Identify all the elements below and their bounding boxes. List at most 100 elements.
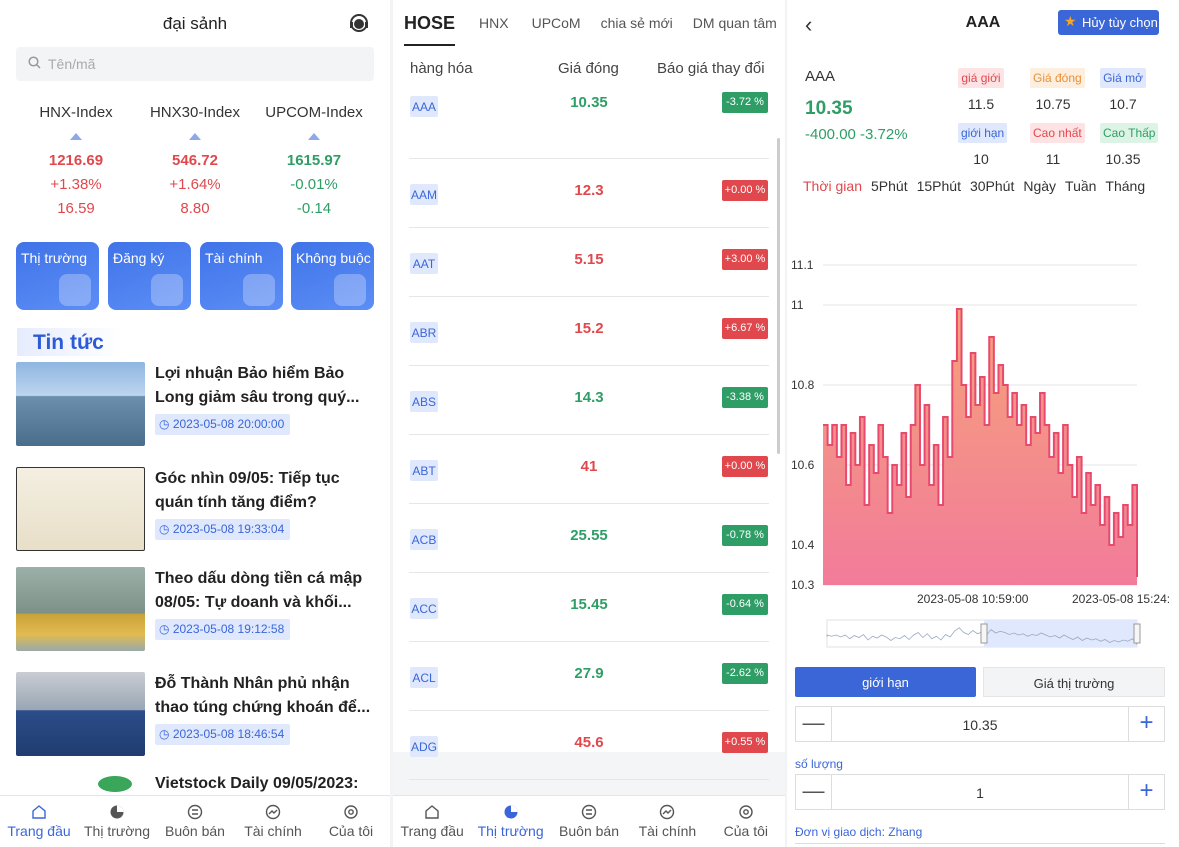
minus-icon[interactable]: — (796, 775, 832, 809)
stock-row[interactable]: AAT 5.15 +3.00 % (409, 228, 769, 297)
trade-unit-label: Đơn vị giao dịch: Zhang (795, 825, 923, 839)
tab-label: Tài chính (244, 823, 302, 839)
remove-favorite-button[interactable]: ★ Hủy tùy chọn (1058, 10, 1159, 35)
headset-icon[interactable] (348, 12, 370, 34)
order-type-market[interactable]: Giá thị trường (983, 667, 1165, 697)
period-day[interactable]: Ngày (1023, 178, 1056, 194)
plus-icon[interactable]: + (1128, 775, 1164, 809)
tile-label: Không buộc (296, 250, 371, 266)
tab-hnx[interactable]: HNX (479, 15, 509, 31)
stat-value: 11.5 (967, 96, 995, 112)
tab-hose[interactable]: HOSE (404, 13, 456, 46)
news-thumbnail (16, 362, 145, 446)
tab-market[interactable]: Thị trường (78, 796, 156, 847)
navigator-handle-right[interactable] (1133, 623, 1141, 644)
back-arrow-icon[interactable]: ‹ (805, 12, 812, 38)
stock-row[interactable]: ADG 45.6 +0.55 % (409, 711, 769, 780)
stock-symbol: AAA (410, 96, 438, 117)
order-type-limit[interactable]: giới hạn (795, 667, 976, 697)
period-15m[interactable]: 15Phút (917, 178, 961, 194)
tab-finance[interactable]: Tài chính (628, 796, 706, 847)
detail-panel: AAA ‹ ★ Hủy tùy chọn AAA 10.35 -400.00 -3… (787, 0, 1179, 847)
y-tick-label: 10.6 (791, 458, 815, 472)
period-week[interactable]: Tuần (1065, 178, 1096, 194)
tab-mine[interactable]: Của tôi (312, 796, 390, 847)
quantity-input-value[interactable]: 1 (832, 785, 1128, 801)
tab-label: Của tôi (723, 823, 768, 839)
tab-label: Trang đầu (7, 823, 71, 839)
exchange-icon (187, 804, 203, 820)
stock-row[interactable]: ABT 41 +0.00 % (409, 435, 769, 504)
index-card-hnx30[interactable]: HNX30-Index 546.72 +1.64% 8.80 (135, 104, 255, 217)
news-item[interactable]: Góc nhìn 09/05: Tiếp tục quán tính tăng … (16, 467, 376, 557)
stock-price: 14.3 (574, 389, 604, 406)
detail-header: AAA ‹ ★ Hủy tùy chọn (787, 0, 1179, 46)
period-30m[interactable]: 30Phút (970, 178, 1014, 194)
price-chart[interactable]: 11.1 11 10.8 10.6 10.4 10.3 2023-05-08 10:59:0… (787, 240, 1179, 650)
period-selector: Thời gian 5Phút 15Phút 30Phút Ngày Tuần Tháng (803, 178, 1154, 194)
search-input[interactable]: Tên/mã (16, 47, 374, 81)
tab-home[interactable]: Trang đầu (0, 796, 78, 847)
stock-row[interactable]: ACL 27.9 -2.62 % (409, 642, 769, 711)
minus-icon[interactable]: — (796, 707, 832, 741)
stock-row[interactable]: ABS 14.3 -3.38 % (409, 366, 769, 435)
tab-trade[interactable]: Buôn bán (550, 796, 628, 847)
stock-change-badge: +0.55 % (722, 732, 768, 753)
period-5m[interactable]: 5Phút (871, 178, 908, 194)
navigator-handle-left[interactable] (980, 623, 988, 644)
news-item[interactable]: Vietstock Daily 09/05/2023: (16, 772, 376, 796)
logo-icon (98, 776, 132, 792)
index-card-upcom[interactable]: UPCOM-Index 1615.97 -0.01% -0.14 (254, 104, 374, 217)
plus-icon[interactable]: + (1128, 707, 1164, 741)
stock-row[interactable]: ACC 15.45 -0.64 % (409, 573, 769, 642)
bottom-tabbar: Trang đầu Thị trường Buôn bán Tài chính … (393, 795, 785, 847)
tile-label: Tài chính (205, 250, 263, 266)
tab-upcom[interactable]: UPCoM (532, 15, 581, 31)
tile-market[interactable]: Thị trường (16, 242, 99, 310)
id-card-icon (243, 274, 275, 306)
tab-trade[interactable]: Buôn bán (156, 796, 234, 847)
trend-icon (660, 804, 675, 820)
stock-row[interactable]: ABR 15.2 +6.67 % (409, 297, 769, 366)
news-item[interactable]: Lợi nhuận Bảo hiểm Bảo Long giảm sâu tro… (16, 362, 376, 452)
tab-home[interactable]: Trang đầu (393, 796, 471, 847)
stat-low: Cao Thấp 10.35 (1100, 123, 1159, 167)
tab-mine[interactable]: Của tôi (707, 796, 785, 847)
stock-list: hàng hóa Giá đóng Báo giá thay đổi AAA 10… (393, 46, 785, 780)
y-tick-label: 11 (791, 298, 804, 312)
tab-label: Buôn bán (165, 823, 225, 839)
stock-row[interactable]: AAM 12.3 +0.00 % (409, 159, 769, 228)
tab-finance[interactable]: Tài chính (234, 796, 312, 847)
stat-label: giới hạn (958, 123, 1008, 143)
home-icon (425, 805, 439, 819)
news-item[interactable]: Đỗ Thành Nhân phủ nhận thao túng chứng k… (16, 672, 376, 762)
news-item[interactable]: Theo dấu dòng tiền cá mập 08/05: Tự doan… (16, 567, 376, 657)
stat-value: 10.7 (1109, 96, 1137, 112)
stock-price: 27.9 (574, 665, 604, 682)
tile-free[interactable]: Không buộc (291, 242, 374, 310)
period-time[interactable]: Thời gian (803, 178, 862, 194)
stock-price: 41 (580, 458, 598, 475)
price-stepper[interactable]: — 10.35 + (795, 706, 1165, 742)
star-icon: ★ (1064, 13, 1077, 29)
stock-symbol: AAT (410, 253, 438, 274)
index-card-hnx[interactable]: HNX-Index 1216.69 +1.38% 16.59 (16, 104, 136, 217)
stat-ceiling: giá giới 11.5 (958, 68, 1004, 112)
tab-new-shares[interactable]: chia sẻ mới (601, 15, 673, 31)
tab-label: Tài chính (638, 823, 697, 839)
news-time: ◷ 2023-05-08 18:46:54 (155, 724, 291, 745)
tile-finance[interactable]: Tài chính (200, 242, 283, 310)
news-time-text: 2023-05-08 20:00:00 (172, 417, 285, 431)
period-month[interactable]: Tháng (1105, 178, 1145, 194)
stock-symbol: ACB (410, 529, 438, 550)
stock-row[interactable]: AAA 10.35 -3.72 % (409, 90, 769, 159)
tab-market[interactable]: Thị trường (471, 796, 549, 847)
tab-watchlist[interactable]: DM quan tâm (693, 15, 777, 31)
news-thumbnail (16, 772, 145, 796)
scrollbar[interactable] (777, 138, 780, 454)
tile-register[interactable]: Đăng ký (108, 242, 191, 310)
quantity-stepper[interactable]: — 1 + (795, 774, 1165, 810)
price-input-value[interactable]: 10.35 (832, 717, 1128, 733)
index-change: 16.59 (57, 200, 95, 217)
stock-row[interactable]: ACB 25.55 -0.78 % (409, 504, 769, 573)
